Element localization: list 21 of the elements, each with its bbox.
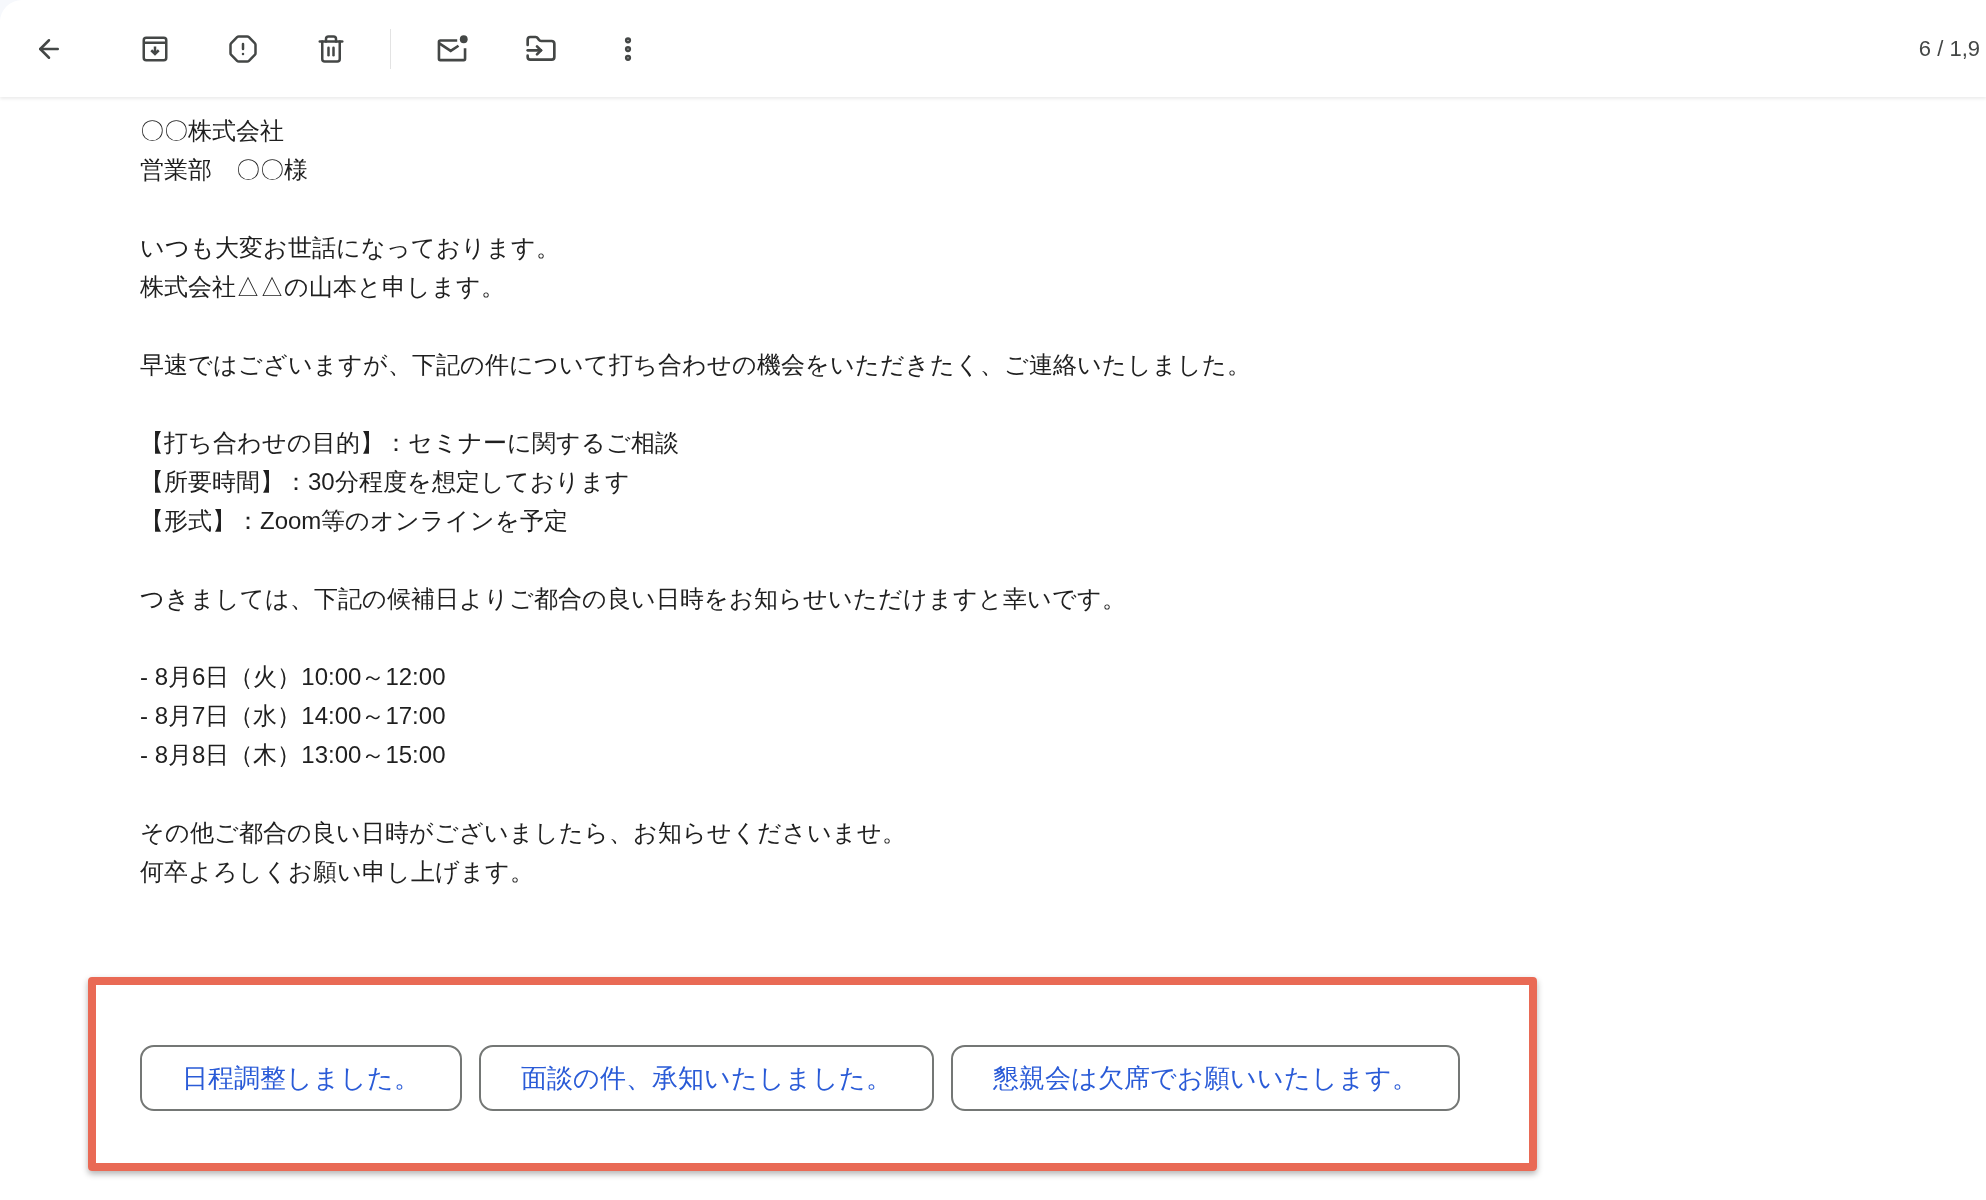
smart-reply-button[interactable]: 日程調整しました。 — [140, 1045, 462, 1111]
alert-icon[interactable] — [228, 33, 258, 64]
body-text-line: 何卒よろしくお願い申し上げます。 — [140, 857, 535, 887]
body-text-line: いつも大変お世話になっております。 — [140, 233, 561, 263]
message-counter: 6 / 1,9 — [1918, 35, 1980, 63]
body-text-line: 株式会社△△の山本と申します。 — [140, 272, 506, 302]
smart-reply-button[interactable]: 面談の件、承知いたしました。 — [479, 1045, 934, 1111]
body-text-line: 【形式】：Zoom等のオンラインを予定 — [140, 506, 570, 536]
body-text-line: - 8月6日（火）10:00～12:00 — [140, 662, 447, 692]
body-text-line: 早速ではございますが、下記の件について打ち合わせの機会をいただきたく、ご連絡いたしました。 — [140, 350, 1252, 380]
trash-icon[interactable] — [316, 33, 346, 64]
body-text-line: - 8月7日（水）14:00～17:00 — [140, 701, 447, 731]
body-text-line: つきましては、下記の候補日よりご都合の良い日時をお知らせいただけますと幸いです。 — [140, 584, 1127, 614]
body-text-line: 営業部 〇〇様 — [140, 155, 309, 185]
body-text-line: その他ご都合の良い日時がございましたら、お知らせくださいませ。 — [140, 818, 907, 848]
body-text-line: 【所要時間】：30分程度を想定しております — [140, 467, 631, 497]
body-text-line: - 8月8日（木）13:00～15:00 — [140, 740, 447, 770]
body-text-line: 【打ち合わせの目的】：セミナーに関するご相談 — [140, 428, 680, 458]
smart-reply-button[interactable]: 懇親会は欠席でお願いいたします。 — [951, 1045, 1460, 1111]
body-text-line: 〇〇株式会社 — [140, 116, 285, 146]
mail-icon[interactable] — [435, 33, 469, 64]
